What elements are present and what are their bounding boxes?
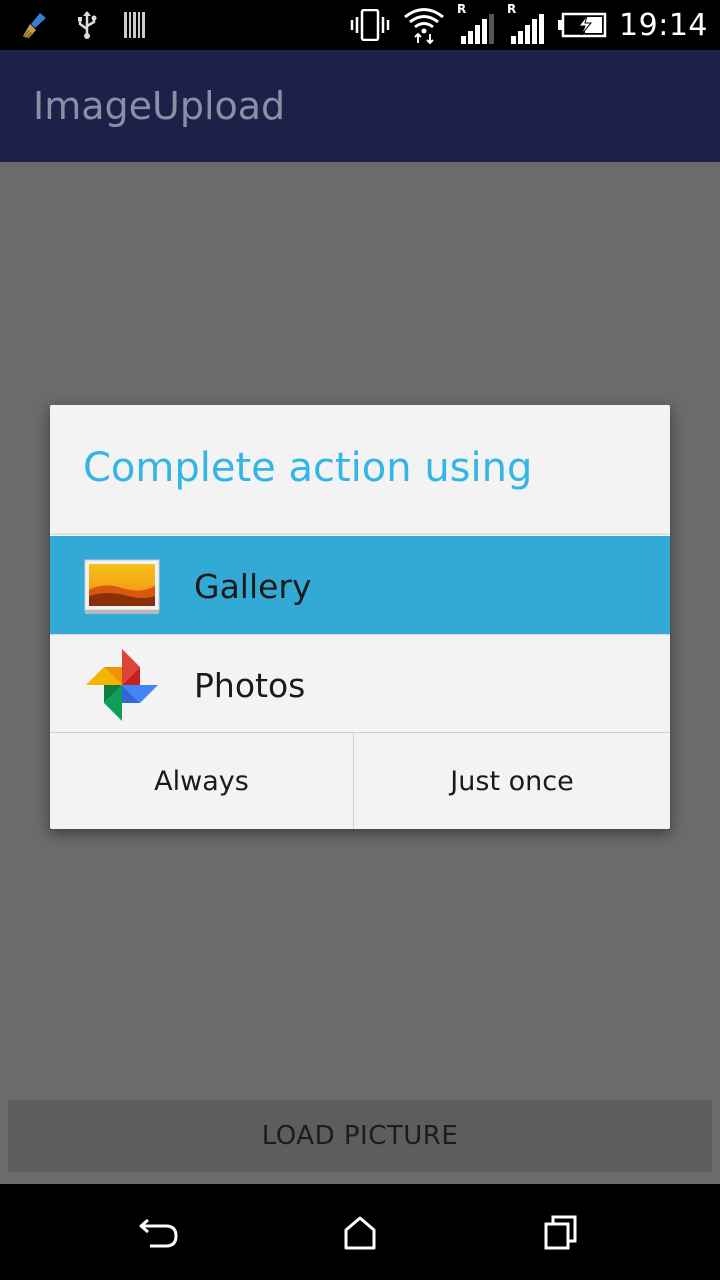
notification-icons bbox=[20, 8, 146, 42]
dialog-title: Complete action using bbox=[83, 445, 533, 491]
signal-strength-1: R bbox=[457, 2, 495, 44]
just-once-button[interactable]: Just once bbox=[354, 733, 670, 829]
always-button[interactable]: Always bbox=[50, 733, 353, 829]
usb-icon bbox=[78, 11, 97, 39]
signal-icon bbox=[461, 14, 495, 44]
gallery-icon bbox=[84, 559, 160, 614]
option-label: Photos bbox=[194, 666, 306, 705]
back-icon[interactable] bbox=[138, 1212, 182, 1252]
option-photos[interactable]: Photos bbox=[50, 635, 670, 733]
app-title: ImageUpload bbox=[33, 84, 286, 128]
app-bar: ImageUpload bbox=[0, 50, 720, 162]
load-picture-button[interactable]: LOAD PICTURE bbox=[8, 1100, 712, 1172]
system-icons: R R 19:14 bbox=[349, 2, 708, 44]
clock: 19:14 bbox=[619, 7, 708, 43]
barcode-icon bbox=[124, 12, 145, 38]
home-icon[interactable] bbox=[338, 1212, 382, 1252]
option-label: Gallery bbox=[194, 567, 312, 606]
signal-strength-2: R bbox=[507, 2, 545, 44]
status-bar: R R 19:14 bbox=[0, 0, 720, 50]
signal-icon bbox=[511, 14, 545, 44]
title-divider bbox=[50, 533, 670, 535]
wifi-icon bbox=[404, 8, 444, 44]
cleaner-icon bbox=[23, 13, 46, 39]
option-gallery[interactable]: Gallery bbox=[50, 536, 670, 634]
recent-apps-icon[interactable] bbox=[538, 1212, 582, 1252]
vibrate-icon bbox=[350, 9, 390, 41]
chooser-dialog: Complete action using Gallery Photos Alw… bbox=[50, 405, 670, 829]
photos-pinwheel-icon bbox=[86, 649, 158, 721]
navigation-bar bbox=[0, 1184, 720, 1280]
battery-charging-icon bbox=[558, 12, 607, 38]
